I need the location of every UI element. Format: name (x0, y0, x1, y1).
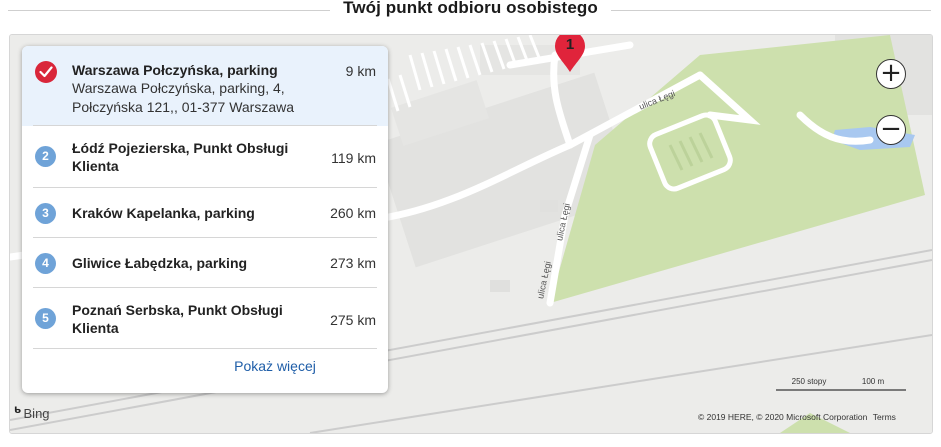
map-pin-number: 1 (565, 36, 575, 53)
location-item[interactable]: 2 Łódź Pojezierska, Punkt Obsługi Klient… (22, 126, 388, 188)
location-item[interactable]: 4 Gliwice Łabędzka, parking 273 km (22, 238, 388, 288)
plus-icon: + (880, 57, 902, 88)
scale-metric-bar (840, 389, 906, 391)
scale-bar-metric: 100 m (840, 377, 906, 391)
pickup-locations-panel: Warszawa Połczyńska, parking Warszawa Po… (22, 46, 388, 393)
location-distance: 275 km (330, 312, 376, 328)
location-item[interactable]: 5 Poznań Serbska, Punkt Obsługi Klienta … (22, 288, 388, 349)
show-more-link[interactable]: Pokaż więcej (22, 358, 388, 374)
copyright-text: © 2019 HERE, © 2020 Microsoft Corporatio… (698, 412, 868, 422)
terms-link[interactable]: Terms (873, 412, 896, 422)
section-title: Twój punkt odbioru osobistego (0, 0, 941, 20)
bing-label: Bing (23, 405, 50, 421)
location-name: Łódź Pojezierska, Punkt Obsługi Klienta (72, 140, 289, 174)
scale-imperial-bar (776, 389, 842, 391)
map-pin-marker[interactable]: 1 (553, 35, 587, 73)
scale-imperial-label: 250 stopy (791, 377, 827, 386)
minus-icon: − (880, 113, 902, 144)
location-name: Gliwice Łabędzka, parking (72, 255, 248, 271)
page-title: Twój punkt odbioru osobistego (343, 0, 598, 17)
zoom-out-button[interactable]: − (876, 115, 906, 145)
map-copyright: © 2019 HERE, © 2020 Microsoft Corporatio… (698, 412, 896, 422)
scale-bar-imperial: 250 stopy (776, 377, 842, 391)
item-divider (33, 348, 377, 349)
location-distance: 273 km (330, 255, 376, 271)
location-number-badge: 2 (35, 146, 56, 167)
location-number-badge: 3 (35, 203, 56, 224)
location-distance: 9 km (345, 63, 376, 79)
selected-check-icon (35, 61, 57, 83)
location-address: Warszawa Połczyńska, parking, 4, Połczyń… (72, 80, 295, 115)
location-distance: 260 km (330, 205, 376, 221)
location-name: Poznań Serbska, Punkt Obsługi Klienta (72, 302, 283, 336)
bing-logo[interactable]: ᒃ Bing (14, 404, 50, 422)
location-distance: 119 km (331, 150, 376, 166)
location-number-badge: 5 (35, 308, 56, 329)
location-name: Warszawa Połczyńska, parking (72, 62, 278, 78)
zoom-in-button[interactable]: + (876, 59, 906, 89)
map-view[interactable]: ulica Łęgi ulica Łęgi ulica Łęgi 1 + − ᒃ… (9, 34, 933, 434)
bing-icon: ᒃ (14, 404, 22, 422)
location-item[interactable]: 3 Kraków Kapelanka, parking 260 km (22, 188, 388, 238)
title-divider-right (611, 10, 931, 11)
show-more-label: Pokaż więcej (234, 358, 316, 374)
location-name: Kraków Kapelanka, parking (72, 205, 255, 221)
location-number-badge: 4 (35, 253, 56, 274)
title-divider-left (8, 10, 330, 11)
location-item[interactable]: Warszawa Połczyńska, parking Warszawa Po… (22, 46, 388, 126)
scale-metric-label: 100 m (861, 377, 885, 386)
